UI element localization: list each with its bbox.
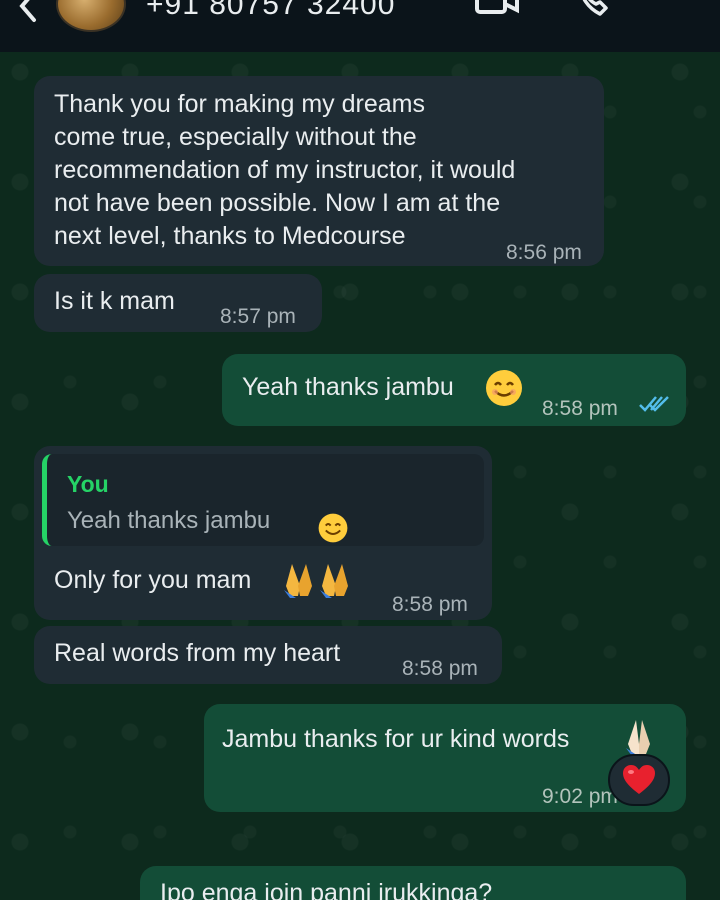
incoming-message[interactable]: Real words from my heart 8:58 pm — [34, 626, 502, 684]
video-call-icon[interactable] — [474, 0, 520, 16]
more-options-icon[interactable] — [668, 0, 682, 16]
message-text-line: Thank you for making my dreams — [54, 90, 425, 118]
message-text: Is it k mam — [54, 287, 175, 315]
contact-phone-number[interactable]: +91 80757 32400 — [146, 0, 395, 22]
read-receipt-icon — [639, 396, 669, 412]
message-text-line: come true, especially without the — [54, 123, 417, 151]
message-text: Jambu thanks for ur kind words — [222, 725, 570, 753]
message-time: 8:58 pm — [402, 657, 478, 680]
message-text: Yeah thanks jambu — [242, 373, 454, 401]
message-text: Real words from my heart — [54, 639, 341, 667]
outgoing-message[interactable]: Yeah thanks jambu 8:58 pm — [222, 354, 686, 426]
message-time: 8:58 pm — [542, 397, 618, 420]
incoming-message[interactable]: Thank you for making my dreams come true… — [34, 76, 604, 266]
message-time: 8:58 pm — [392, 593, 468, 616]
message-time: 8:56 pm — [506, 241, 582, 264]
chat-header: +91 80757 32400 — [0, 0, 720, 52]
quote-text: Yeah thanks jambu — [67, 507, 271, 534]
message-time: 9:02 pm — [542, 785, 618, 808]
message-time: 8:57 pm — [220, 305, 296, 328]
quoted-message[interactable]: You Yeah thanks jambu — [42, 454, 484, 546]
outgoing-message[interactable]: Ipo enga join panni irukkinga? — [140, 866, 686, 900]
voice-call-icon[interactable] — [576, 0, 616, 18]
reaction-badge[interactable] — [608, 754, 670, 806]
folded-hands-emoji — [284, 564, 348, 598]
incoming-message[interactable]: Is it k mam 8:57 pm — [34, 274, 322, 332]
message-text-line: not have been possible. Now I am at the — [54, 189, 501, 217]
message-text: Ipo enga join panni irukkinga? — [160, 879, 493, 900]
message-text-line: next level, thanks to Medcourse — [54, 222, 406, 250]
back-arrow-icon[interactable] — [8, 0, 48, 26]
quote-author: You — [67, 471, 109, 497]
avatar[interactable] — [56, 0, 126, 32]
red-heart-emoji — [623, 765, 655, 794]
message-text: Only for you mam — [54, 566, 252, 594]
smiling-face-emoji — [486, 370, 522, 406]
smiling-face-emoji — [318, 513, 348, 543]
incoming-reply-message[interactable]: You Yeah thanks jambu Only for you mam 8… — [34, 446, 492, 620]
folded-hands-emoji — [626, 720, 650, 756]
message-text-line: recommendation of my instructor, it woul… — [54, 156, 516, 184]
